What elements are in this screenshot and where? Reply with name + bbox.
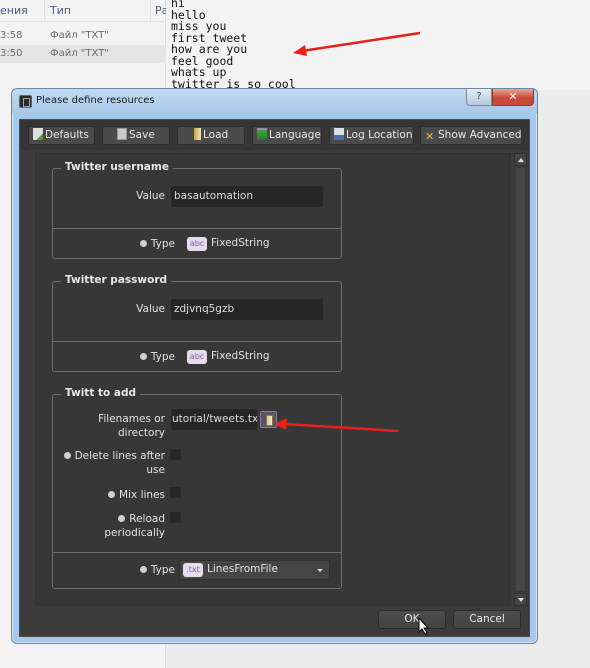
type-name: FixedString (211, 237, 270, 249)
mouse-cursor-icon (418, 617, 430, 635)
annotation-arrow-icon (274, 418, 399, 433)
toolbar: Defaults Save Load Language Log Location… (20, 120, 529, 150)
column-header-modified[interactable]: ения (0, 4, 28, 17)
document-icon (33, 128, 43, 140)
info-icon[interactable] (139, 240, 147, 247)
group-title: Twitt to add (61, 387, 141, 399)
divider (53, 228, 341, 229)
info-icon[interactable] (139, 566, 147, 573)
defaults-button[interactable]: Defaults (28, 126, 95, 145)
app-icon (19, 95, 32, 108)
save-button[interactable]: Save (102, 126, 170, 145)
language-button[interactable]: Language (252, 126, 322, 145)
dialog-title-bar[interactable]: Please define resources ? ✕ (12, 89, 537, 113)
delete-lines-label: Delete lines after use (63, 449, 165, 477)
value-label: Value (136, 303, 165, 315)
tools-icon: ✕ (425, 130, 435, 143)
info-icon[interactable] (118, 515, 126, 522)
column-separator[interactable] (150, 0, 151, 22)
txt-type-icon: .txt (183, 563, 203, 577)
filenames-label: Filenames or directory (98, 413, 165, 439)
show-advanced-button[interactable]: ✕ Show Advanced (420, 126, 522, 145)
explorer-column-headers: ения Тип Ра (0, 0, 168, 22)
file-type: Файл "TXT" (50, 48, 109, 59)
string-type-icon: abc (187, 237, 207, 251)
show-advanced-label: Show Advanced (438, 129, 522, 141)
column-header-type[interactable]: Тип (50, 4, 71, 17)
type-name: LinesFromFile (207, 563, 278, 575)
help-button[interactable]: ? (466, 89, 492, 106)
chevron-down-icon (317, 569, 323, 572)
file-type: Файл "TXT" (50, 30, 109, 41)
info-icon[interactable] (63, 452, 71, 459)
type-name: FixedString (211, 350, 270, 362)
delete-lines-text: Delete lines after use (74, 450, 165, 476)
filenames-input[interactable]: utorial/tweets.txt (171, 409, 257, 430)
group-title: Twitter username (61, 161, 173, 173)
file-time: 3:58 (0, 30, 23, 41)
column-separator[interactable] (44, 0, 45, 22)
type-label: Type (93, 237, 175, 251)
language-label: Language (269, 129, 321, 141)
vertical-scrollbar[interactable] (514, 153, 527, 606)
group-twitter-password: Twitter password Value zdjvnq5gzb Type a… (52, 274, 342, 372)
password-value-input[interactable]: zdjvnq5gzb (171, 299, 323, 320)
resources-dialog: Please define resources ? ✕ Defaults Sav… (11, 88, 538, 644)
load-button[interactable]: Load (177, 126, 245, 145)
annotation-arrow-icon (293, 31, 421, 56)
divider (165, 645, 166, 668)
type-select[interactable]: .txt LinesFromFile (179, 560, 330, 580)
file-time: 3:50 (0, 48, 23, 59)
divider (53, 341, 341, 342)
text-line: hi (171, 0, 185, 10)
reload-checkbox[interactable] (170, 512, 181, 523)
folder-open-icon (194, 128, 201, 140)
text-line: hello (171, 7, 206, 22)
type-label-text: Type (150, 564, 175, 576)
mix-lines-checkbox[interactable] (170, 487, 181, 498)
close-button[interactable]: ✕ (492, 89, 534, 106)
save-label: Save (129, 129, 155, 141)
divider (53, 552, 341, 553)
reload-label: Reload periodically (83, 512, 165, 540)
mix-lines-label: Mix lines (63, 488, 165, 502)
scrollbar-handle[interactable] (515, 167, 526, 592)
group-title: Twitter password (61, 274, 172, 286)
group-twitter-username: Twitter username Value basautomation Typ… (52, 161, 342, 259)
ok-button[interactable]: OK (378, 610, 446, 629)
language-icon (257, 128, 267, 140)
username-value-input[interactable]: basautomation (171, 186, 323, 207)
info-icon[interactable] (139, 353, 147, 360)
value-label: Value (136, 190, 165, 202)
dialog-title: Please define resources (36, 95, 155, 106)
info-icon[interactable] (108, 491, 116, 498)
defaults-label: Defaults (45, 129, 89, 141)
type-label-text: Type (150, 351, 175, 363)
file-row-selected[interactable]: 3:50 Файл "TXT" (0, 45, 166, 63)
file-row[interactable]: 3:58 Файл "TXT" (0, 27, 166, 45)
resources-scroll-area[interactable]: Twitter username Value basautomation Typ… (35, 153, 511, 606)
desktop-background: ения Тип Ра 3:58 Файл "TXT" 3:50 Файл "T… (0, 0, 590, 668)
string-type-icon: abc (187, 350, 207, 364)
load-label: Load (203, 129, 229, 141)
scroll-down-button[interactable] (514, 593, 527, 606)
type-label: Type (93, 350, 175, 364)
dialog-client-area: Defaults Save Load Language Log Location… (19, 119, 530, 637)
save-icon (117, 128, 127, 140)
log-location-label: Log Location (346, 129, 413, 141)
type-label: Type (93, 563, 175, 577)
scroll-up-button[interactable] (514, 153, 527, 166)
log-file-icon (334, 128, 344, 140)
log-location-button[interactable]: Log Location (329, 126, 414, 145)
mix-lines-text: Mix lines (119, 489, 165, 501)
reload-text: Reload periodically (104, 513, 165, 539)
type-label-text: Type (150, 238, 175, 250)
cancel-button[interactable]: Cancel (453, 610, 521, 629)
delete-lines-checkbox[interactable] (170, 449, 181, 460)
